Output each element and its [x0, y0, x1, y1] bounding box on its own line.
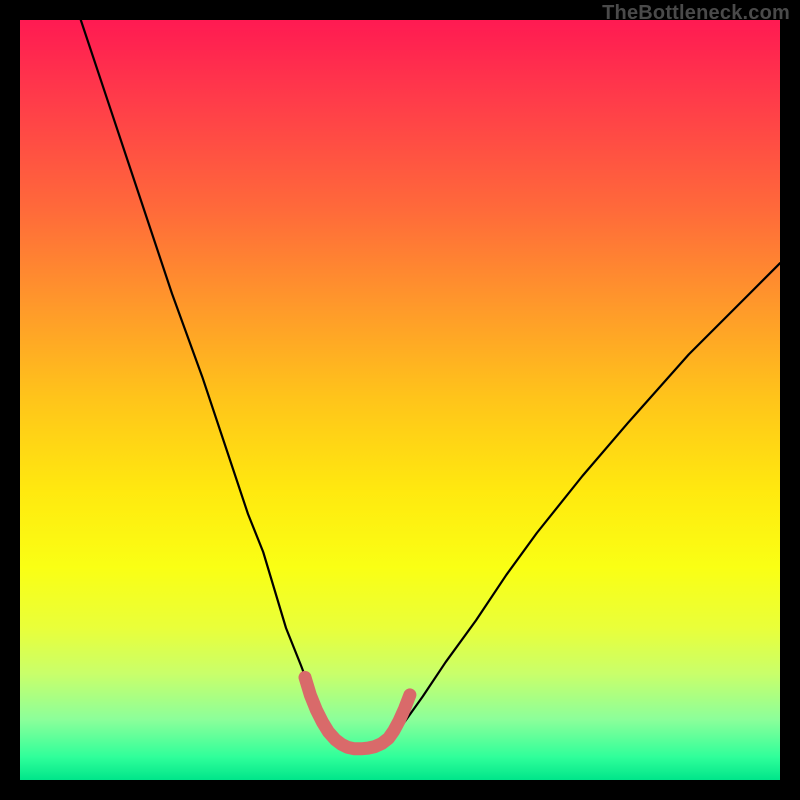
bottleneck-curve	[81, 20, 780, 749]
chart-frame: TheBottleneck.com	[0, 0, 800, 800]
curve-layer	[20, 20, 780, 780]
highlight-band	[305, 677, 410, 748]
gradient-plot-area	[20, 20, 780, 780]
